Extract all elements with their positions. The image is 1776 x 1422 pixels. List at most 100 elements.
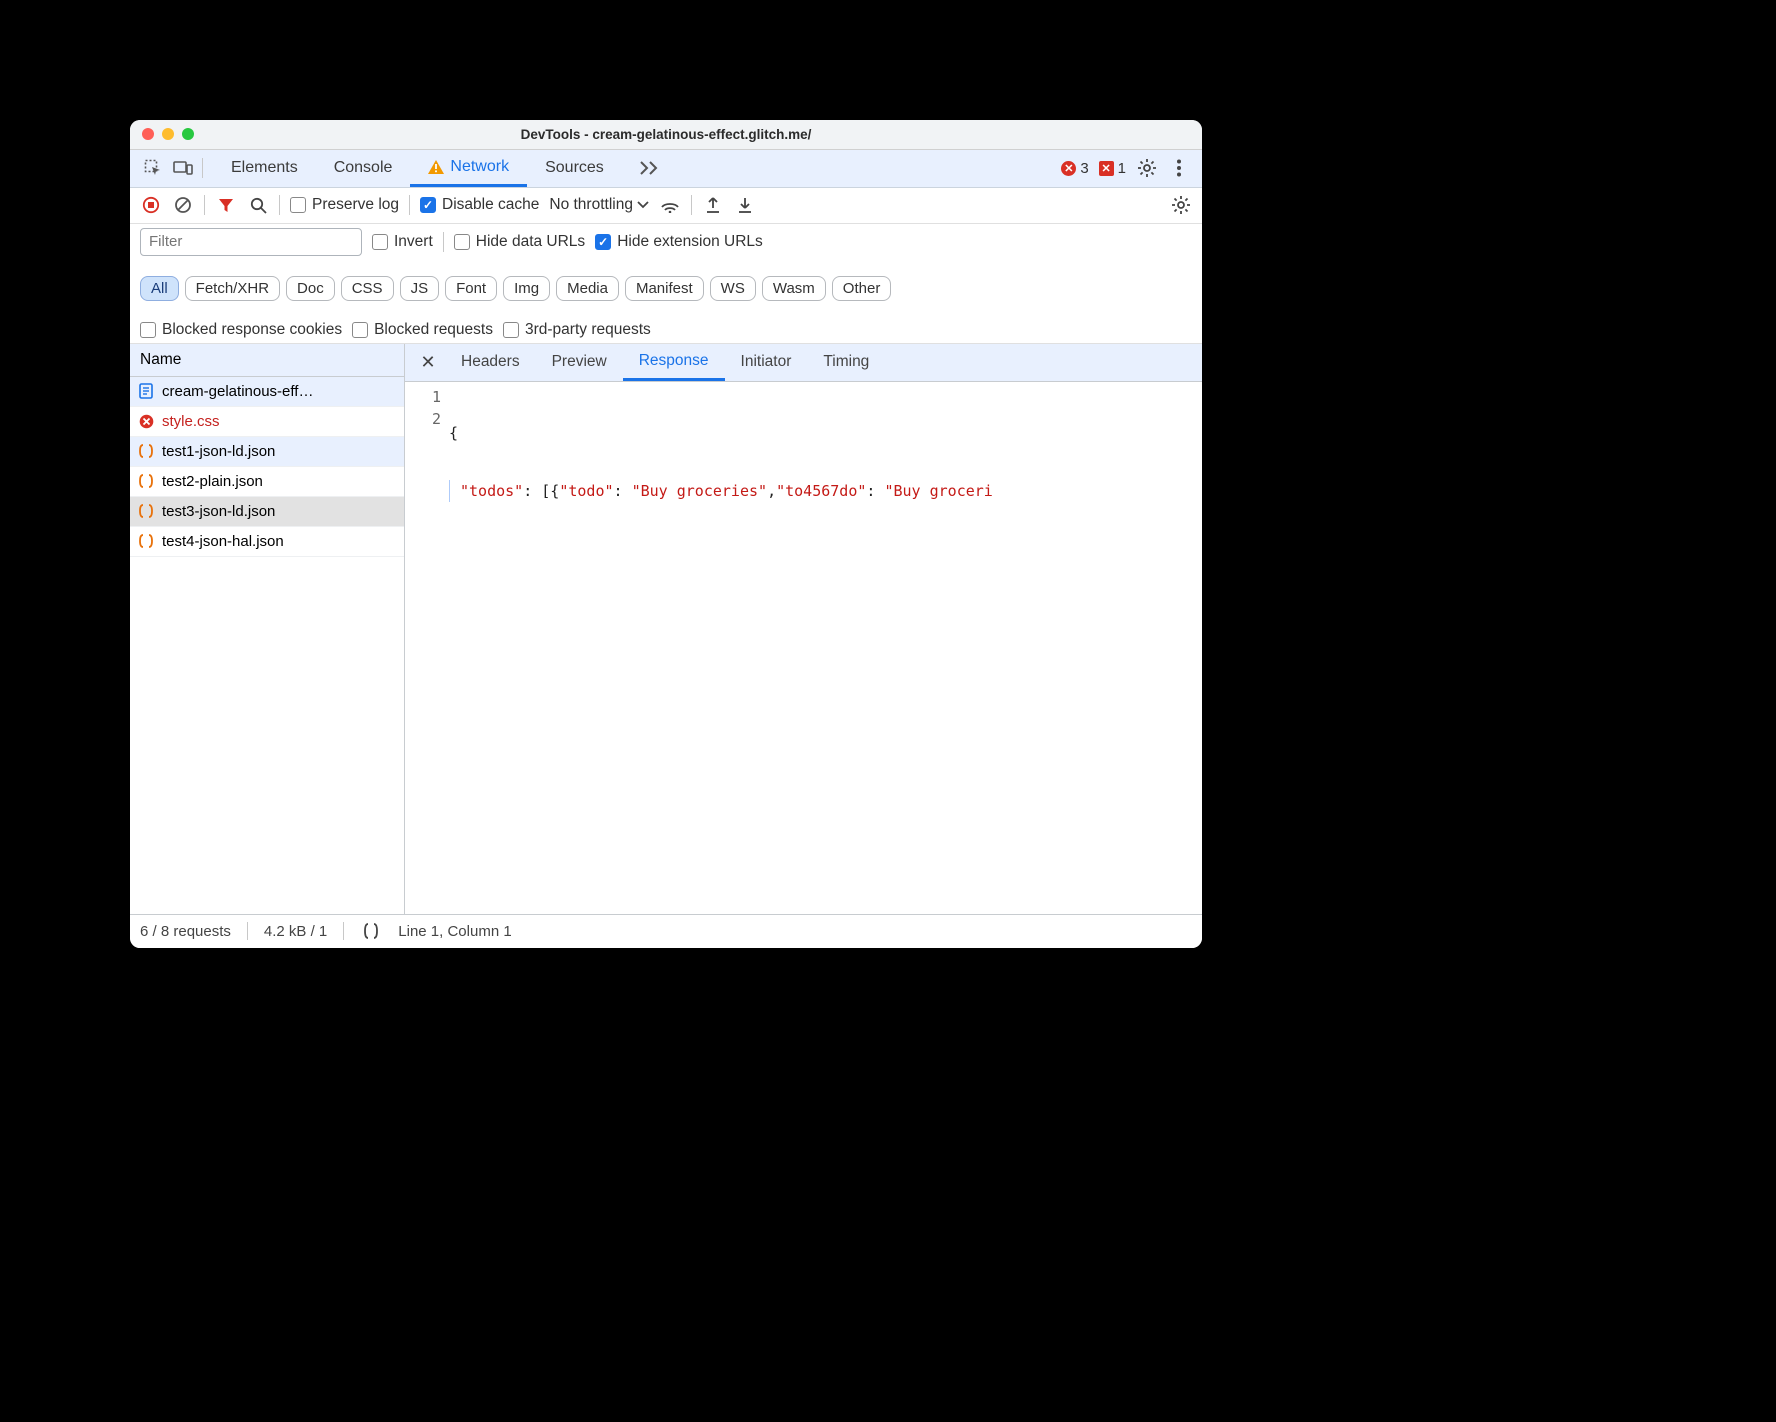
type-filter-other[interactable]: Other	[832, 276, 892, 301]
checkbox-label: Disable cache	[442, 196, 539, 214]
detail-tab-timing[interactable]: Timing	[807, 344, 885, 381]
code-token: "todos"	[460, 482, 523, 500]
code-token: : [{	[523, 482, 559, 500]
filter-toggle-icon[interactable]	[215, 194, 237, 216]
chevron-double-right-icon	[640, 161, 660, 175]
network-toolbar: Preserve log Disable cache No throttling	[130, 188, 1202, 224]
divider	[202, 158, 203, 178]
divider	[443, 232, 444, 252]
tab-label: Headers	[461, 353, 520, 371]
disable-cache-checkbox[interactable]: Disable cache	[420, 196, 539, 214]
preserve-log-checkbox[interactable]: Preserve log	[290, 196, 399, 214]
status-cursor: Line 1, Column 1	[398, 923, 511, 940]
type-filter-manifest[interactable]: Manifest	[625, 276, 704, 301]
checkbox-icon	[372, 234, 388, 250]
request-row[interactable]: style.css	[130, 407, 404, 437]
code-content[interactable]: { "todos": [{"todo": "Buy groceries","to…	[449, 386, 1202, 914]
detail-tab-initiator[interactable]: Initiator	[725, 344, 808, 381]
divider	[343, 922, 344, 940]
type-filter-css[interactable]: CSS	[341, 276, 394, 301]
tabs-overflow-button[interactable]	[622, 150, 678, 187]
hide-extension-urls-checkbox[interactable]: Hide extension URLs	[595, 233, 763, 251]
type-filter-all[interactable]: All	[140, 276, 179, 301]
download-har-icon[interactable]	[734, 194, 756, 216]
type-filter-js[interactable]: JS	[400, 276, 440, 301]
type-filter-img[interactable]: Img	[503, 276, 550, 301]
main-tabs: Elements Console Network Sources ✕ 3 ✕	[130, 150, 1202, 188]
response-body[interactable]: 1 2 { "todos": [{"todo": "Buy groceries"…	[405, 382, 1202, 914]
third-party-requests-checkbox[interactable]: 3rd-party requests	[503, 321, 651, 339]
error-icon	[138, 413, 154, 429]
upload-har-icon[interactable]	[702, 194, 724, 216]
requests-column-header[interactable]: Name	[130, 344, 404, 377]
close-window-button[interactable]	[142, 128, 154, 140]
checkbox-label: Hide extension URLs	[617, 233, 763, 251]
detail-tab-headers[interactable]: Headers	[445, 344, 536, 381]
network-settings-icon[interactable]	[1170, 194, 1192, 216]
requests-pane: Name cream-gelatinous-eff… style.css	[130, 344, 405, 914]
blocked-response-cookies-checkbox[interactable]: Blocked response cookies	[140, 321, 342, 339]
json-icon	[138, 473, 154, 489]
divider	[247, 922, 248, 940]
json-icon	[138, 503, 154, 519]
detail-tabs: ✕ Headers Preview Response Initiator Tim…	[405, 344, 1202, 382]
warning-icon	[428, 160, 444, 174]
filter-input[interactable]	[140, 228, 362, 256]
request-name: test3-json-ld.json	[162, 503, 275, 520]
maximize-window-button[interactable]	[182, 128, 194, 140]
tab-label: Console	[334, 159, 393, 177]
tab-label: Elements	[231, 159, 298, 177]
request-row[interactable]: test1-json-ld.json	[130, 437, 404, 467]
tab-sources[interactable]: Sources	[527, 150, 622, 187]
blocked-requests-checkbox[interactable]: Blocked requests	[352, 321, 493, 339]
code-token: "to4567do"	[776, 482, 866, 500]
device-toolbar-icon[interactable]	[172, 157, 194, 179]
settings-icon[interactable]	[1136, 157, 1158, 179]
more-icon[interactable]	[1168, 157, 1190, 179]
type-filter-fetch-xhr[interactable]: Fetch/XHR	[185, 276, 280, 301]
code-token: {	[449, 424, 458, 442]
titlebar: DevTools - cream-gelatinous-effect.glitc…	[130, 120, 1202, 150]
code-token: :	[866, 482, 884, 500]
traffic-lights	[142, 128, 194, 140]
request-row[interactable]: test2-plain.json	[130, 467, 404, 497]
request-row[interactable]: test4-json-hal.json	[130, 527, 404, 557]
checkbox-label: 3rd-party requests	[525, 321, 651, 339]
throttling-select[interactable]: No throttling	[549, 196, 649, 214]
tab-label: Preview	[552, 353, 607, 371]
checkbox-label: Invert	[394, 233, 433, 251]
request-name: cream-gelatinous-eff…	[162, 383, 313, 400]
detail-tab-preview[interactable]: Preview	[536, 344, 623, 381]
type-filter-media[interactable]: Media	[556, 276, 619, 301]
type-filter-doc[interactable]: Doc	[286, 276, 335, 301]
errors-counter[interactable]: ✕ 3	[1061, 160, 1088, 177]
issues-counter[interactable]: ✕ 1	[1099, 160, 1126, 177]
request-row[interactable]: cream-gelatinous-eff…	[130, 377, 404, 407]
close-detail-button[interactable]: ✕	[411, 344, 445, 381]
type-filter-ws[interactable]: WS	[710, 276, 756, 301]
type-filter-font[interactable]: Font	[445, 276, 497, 301]
invert-checkbox[interactable]: Invert	[372, 233, 433, 251]
tab-label: Network	[450, 158, 509, 176]
search-icon[interactable]	[247, 194, 269, 216]
json-icon	[138, 443, 154, 459]
hide-data-urls-checkbox[interactable]: Hide data URLs	[454, 233, 585, 251]
checkbox-icon	[290, 197, 306, 213]
network-conditions-icon[interactable]	[659, 194, 681, 216]
record-button[interactable]	[140, 194, 162, 216]
clear-button[interactable]	[172, 194, 194, 216]
type-filter-wasm[interactable]: Wasm	[762, 276, 826, 301]
pretty-print-icon[interactable]	[360, 920, 382, 942]
tab-elements[interactable]: Elements	[213, 150, 316, 187]
window-title: DevTools - cream-gelatinous-effect.glitc…	[130, 127, 1202, 142]
tab-network[interactable]: Network	[410, 150, 527, 187]
detail-tab-response[interactable]: Response	[623, 344, 725, 381]
tab-console[interactable]: Console	[316, 150, 411, 187]
checkbox-icon	[420, 197, 436, 213]
tab-label: Timing	[823, 353, 869, 371]
indent-guide	[449, 480, 450, 502]
inspect-icon[interactable]	[142, 157, 164, 179]
request-row[interactable]: test3-json-ld.json	[130, 497, 404, 527]
json-icon	[138, 533, 154, 549]
minimize-window-button[interactable]	[162, 128, 174, 140]
